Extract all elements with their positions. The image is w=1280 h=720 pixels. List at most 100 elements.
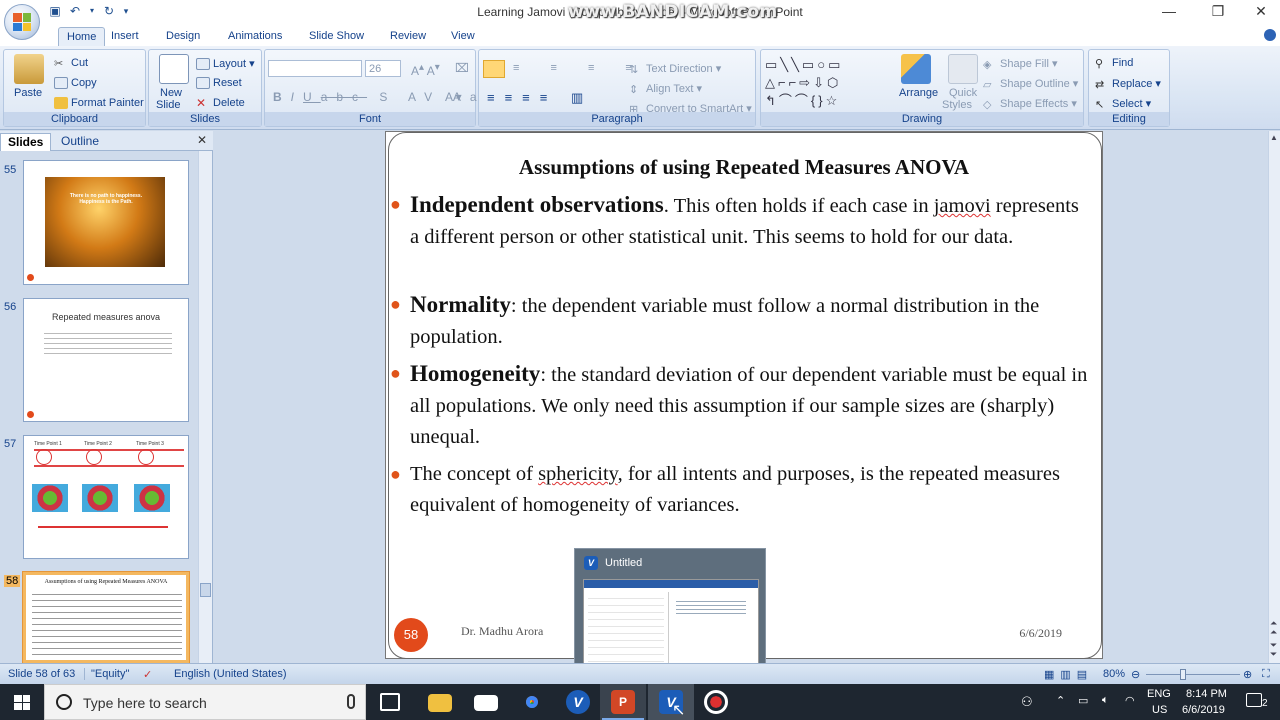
taskbar-search-box[interactable]: Type here to search	[44, 684, 366, 720]
language-primary[interactable]: ENG	[1147, 688, 1171, 700]
tab-outline[interactable]: Outline	[54, 133, 106, 151]
people-icon[interactable]: ⚇	[1021, 694, 1033, 710]
chrome-icon[interactable]	[520, 690, 544, 714]
tab-design[interactable]: Design	[158, 27, 208, 46]
theme-name[interactable]: "Equity"	[84, 668, 129, 680]
save-icon[interactable]: ▣	[48, 4, 62, 18]
restore-button[interactable]: ❐	[1199, 0, 1237, 24]
bullets-icon[interactable]	[483, 60, 505, 78]
slide-thumbnail-56[interactable]: Repeated measures anova	[23, 298, 189, 422]
tab-slide-show[interactable]: Slide Show	[301, 27, 372, 46]
quick-styles-button[interactable]: Quick	[949, 87, 977, 99]
app-v-icon[interactable]: V	[566, 690, 590, 714]
grow-font-icon[interactable]: A▴ A▾	[411, 62, 440, 78]
slide-title[interactable]: Assumptions of using Repeated Measures A…	[386, 155, 1102, 180]
delete-button[interactable]: ✕ Delete	[196, 97, 245, 109]
language-indicator[interactable]: English (United States)	[174, 668, 287, 680]
zoom-slider[interactable]	[1146, 674, 1240, 675]
volume-icon[interactable]: 🔈︎	[1102, 694, 1109, 707]
action-center-icon[interactable]	[1246, 693, 1262, 707]
select-button[interactable]: ↖ Select ▾	[1095, 97, 1151, 111]
thumbnail-text-lines	[44, 329, 172, 355]
microphone-icon[interactable]	[347, 694, 355, 709]
arrange-icon[interactable]	[901, 54, 931, 84]
tab-view[interactable]: View	[443, 27, 483, 46]
office-button[interactable]	[4, 4, 40, 40]
tab-review[interactable]: Review	[382, 27, 434, 46]
bullet-normality[interactable]: ● Normality: the dependent variable must …	[390, 289, 1092, 353]
task-view-icon[interactable]	[380, 693, 400, 711]
file-explorer-icon[interactable]	[428, 694, 452, 712]
spellcheck-icon[interactable]: ✓	[143, 668, 152, 681]
find-button[interactable]: ⚲ Find	[1095, 57, 1133, 70]
arrange-button[interactable]: Arrange	[899, 87, 938, 99]
powerpoint-taskbar-button[interactable]: P	[600, 684, 646, 720]
bullet-homogeneity[interactable]: ● Homogeneity: the standard deviation of …	[390, 358, 1092, 453]
tab-insert[interactable]: Insert	[103, 27, 147, 46]
zoom-slider-thumb[interactable]	[1180, 669, 1186, 680]
align-text-button[interactable]: ⇕ Align Text ▾	[629, 82, 702, 96]
slide-thumbnail-58[interactable]: Assumptions of using Repeated Measures A…	[22, 571, 190, 664]
new-slide-button-line2[interactable]: Slide	[156, 99, 180, 111]
paste-button[interactable]: Paste	[14, 87, 42, 99]
tab-animations[interactable]: Animations	[220, 27, 290, 46]
text-direction-button[interactable]: ⇅ Text Direction ▾	[629, 62, 721, 76]
thumbnails-scrollbar[interactable]	[198, 151, 212, 663]
layout-button[interactable]: Layout ▾	[196, 57, 255, 71]
bullet-independent[interactable]: ● Independent observations. This often ho…	[390, 189, 1092, 253]
zoom-in-icon[interactable]: ⊕	[1243, 668, 1252, 681]
help-icon[interactable]	[1264, 29, 1276, 41]
tab-home[interactable]: Home	[58, 27, 106, 46]
slide-thumbnail-55[interactable]: There is no path to happiness. Happiness…	[23, 160, 189, 285]
clear-format-icon[interactable]: ⌧	[455, 61, 469, 75]
undo-dropdown-icon[interactable]: ▾	[88, 4, 96, 18]
redo-icon[interactable]: ↻	[102, 4, 116, 18]
minimize-button[interactable]: —	[1150, 0, 1188, 24]
tab-slides[interactable]: Slides	[0, 133, 52, 151]
show-hidden-icons[interactable]: ⌃	[1056, 694, 1065, 707]
font-name-field[interactable]	[268, 60, 362, 77]
reset-button[interactable]: Reset	[196, 77, 242, 90]
record-icon[interactable]	[704, 690, 728, 714]
new-slide-button[interactable]: New	[160, 87, 182, 99]
clock-time[interactable]: 8:14 PM	[1186, 688, 1227, 700]
font-color-icon[interactable]: A ▾	[445, 90, 462, 104]
scroll-up-icon[interactable]: ▲	[1270, 133, 1278, 142]
alignment-buttons[interactable]: ≡≡≡≡ ▥	[487, 90, 593, 106]
fit-to-window-icon[interactable]: ⛶	[1262, 668, 1270, 681]
paste-icon[interactable]	[14, 54, 44, 84]
shape-outline-button[interactable]: ▱ Shape Outline ▾	[983, 77, 1078, 91]
quick-styles-button-line2[interactable]: Styles	[942, 99, 972, 111]
format-painter-button[interactable]: Format Painter	[54, 97, 144, 110]
cut-button[interactable]: ✂ Cut	[54, 57, 88, 70]
wifi-icon[interactable]: ◠	[1125, 694, 1135, 707]
font-size-field[interactable]: 26	[365, 60, 401, 77]
quick-styles-icon[interactable]	[948, 54, 978, 84]
list-buttons[interactable]: ≡ ≡ ≡ ≡	[513, 62, 646, 74]
shape-effects-button[interactable]: ◇ Shape Effects ▾	[983, 97, 1077, 111]
new-slide-icon[interactable]	[159, 54, 189, 84]
prev-slide-icon[interactable]: ⏶ ⏶	[1270, 619, 1277, 637]
shape-fill-button[interactable]: ◈ Shape Fill ▾	[983, 57, 1058, 71]
next-slide-icon[interactable]: ⏷ ⏷	[1270, 641, 1277, 659]
undo-icon[interactable]: ↶	[68, 4, 82, 18]
zoom-out-icon[interactable]: ⊖	[1131, 668, 1140, 681]
replace-button[interactable]: ⇄ Replace ▾	[1095, 77, 1161, 91]
zoom-level[interactable]: 80%	[1103, 668, 1125, 680]
shapes-gallery[interactable]: ▭╲╲▭○▭ △⌐⌐⇨⇩⬡ ↰⌒⌒{}☆	[765, 56, 889, 112]
bullet-sphericity[interactable]: ● The concept of sphericity, for all inte…	[390, 459, 1092, 521]
scroll-thumb[interactable]	[200, 583, 211, 597]
slide-thumbnail-57[interactable]: Time Point 1 Time Point 2 Time Point 3	[23, 435, 189, 559]
language-secondary[interactable]: US	[1152, 704, 1167, 716]
close-button[interactable]: ✕	[1242, 0, 1280, 24]
battery-icon[interactable]: ▭	[1078, 694, 1088, 707]
clock-date[interactable]: 6/6/2019	[1182, 704, 1225, 716]
slide-scrollbar[interactable]: ▲ ⏶ ⏶ ⏷ ⏷	[1268, 131, 1280, 663]
copy-button[interactable]: Copy	[54, 77, 97, 90]
v-app-taskbar-button[interactable]: V ↖	[648, 684, 694, 720]
start-button[interactable]	[0, 684, 44, 720]
close-pane-icon[interactable]: ✕	[197, 133, 207, 147]
view-buttons[interactable]: ▦▥▤	[1044, 668, 1093, 681]
customize-qat-icon[interactable]: ▾	[122, 4, 130, 18]
mail-icon[interactable]	[474, 695, 498, 711]
